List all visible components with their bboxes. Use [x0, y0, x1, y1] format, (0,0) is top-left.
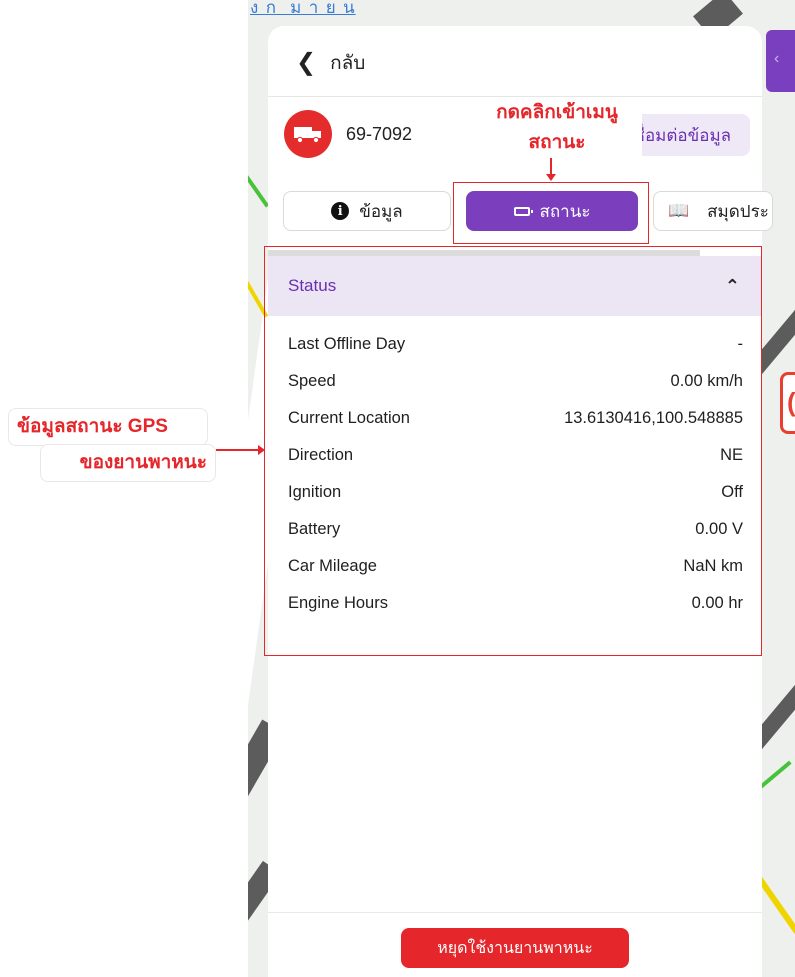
status-row-value: 0.00 km/h [670, 372, 743, 390]
connect-data-label: เชื่อมต่อข้อมูล [627, 125, 732, 145]
status-row-label: Car Mileage [288, 557, 377, 575]
chevron-left-icon: ‹ [774, 50, 780, 67]
status-row-label: Engine Hours [288, 594, 388, 612]
battery-icon [513, 206, 533, 216]
vehicle-tabs: i ข้อมูล สถานะ 📖 สมุดประ [283, 191, 773, 231]
side-panel-toggle-button[interactable]: ‹ [766, 30, 795, 92]
chevron-left-icon: ❮ [296, 49, 317, 76]
callout-status-tab: กดคลิกเข้าเมนู สถานะ [472, 98, 642, 158]
status-row-value: NaN km [683, 557, 743, 575]
book-icon: 📖 [668, 201, 690, 220]
status-row: Direction NE [288, 437, 743, 474]
chevron-up-icon[interactable]: ⌃ [725, 276, 740, 297]
status-row-value: NE [720, 446, 743, 464]
status-row: Speed 0.00 km/h [288, 363, 743, 400]
status-row-value: 13.6130416,100.548885 [564, 409, 743, 427]
status-row-label: Last Offline Day [288, 335, 406, 353]
status-row: Battery 0.00 V [288, 511, 743, 548]
map-place-label: ง ก ่ ม า ย น [250, 0, 356, 18]
status-row-label: Current Location [288, 409, 410, 427]
callout-gps-status: ข้อมูลสถานะ GPS ของยานพาหนะ [8, 408, 216, 486]
vehicle-plate: 69-7092 [346, 123, 413, 144]
vehicle-header: 69-7092 [284, 110, 412, 158]
back-button[interactable]: ❮ กลับ [296, 48, 365, 78]
callout-line: สถานะ [524, 128, 590, 158]
callout-line: ข้อมูลสถานะ GPS [8, 408, 208, 446]
tab-logbook-label: สมุดประ [707, 201, 769, 221]
arrow-right-icon [258, 445, 265, 455]
status-row-value: - [737, 335, 744, 353]
info-circle-icon: i [331, 202, 350, 220]
callout-line: ของยานพาหนะ [40, 444, 216, 482]
status-row: Engine Hours 0.00 hr [288, 585, 743, 622]
status-row: Car Mileage NaN km [288, 548, 743, 585]
footer-divider [268, 912, 762, 913]
map-road [758, 760, 792, 790]
tab-status-label: สถานะ [539, 201, 591, 221]
status-row-value: Off [721, 483, 743, 501]
status-row-label: Battery [288, 520, 341, 538]
status-row-label: Ignition [288, 483, 342, 501]
status-row-label: Direction [288, 446, 354, 464]
tab-logbook[interactable]: 📖 สมุดประ [653, 191, 773, 231]
map-marker-card[interactable]: ( [780, 372, 795, 434]
map-road [248, 172, 270, 208]
status-row: Last Offline Day - [288, 326, 743, 363]
status-row-value: 0.00 hr [691, 594, 743, 612]
status-row-value: 0.00 V [695, 520, 743, 538]
status-rows: Last Offline Day - Speed 0.00 km/h Curre… [288, 326, 743, 622]
divider [268, 96, 762, 97]
vehicle-detail-panel: ❮ กลับ 69-7092 ∞ เชื่อมต่อข้อมูล i ข้อมู… [268, 26, 773, 977]
tab-info[interactable]: i ข้อมูล [283, 191, 451, 231]
callout-arrow [216, 449, 260, 451]
arrow-down-icon [546, 174, 556, 181]
truck-icon [284, 110, 332, 158]
status-section-title: Status [288, 276, 337, 295]
stop-vehicle-button[interactable]: หยุดใช้งานยานพาหนะ [401, 928, 629, 968]
back-label: กลับ [330, 53, 366, 74]
status-section-header[interactable]: Status ⌃ [268, 256, 762, 316]
tab-info-label: ข้อมูล [359, 201, 403, 221]
callout-line: กดคลิกเข้าเมนู [496, 102, 618, 123]
tab-status[interactable]: สถานะ [466, 191, 638, 231]
status-row-label: Speed [288, 372, 336, 390]
status-row: Ignition Off [288, 474, 743, 511]
status-row: Current Location 13.6130416,100.548885 [288, 400, 743, 437]
map-marker-icon: ( [787, 387, 795, 417]
